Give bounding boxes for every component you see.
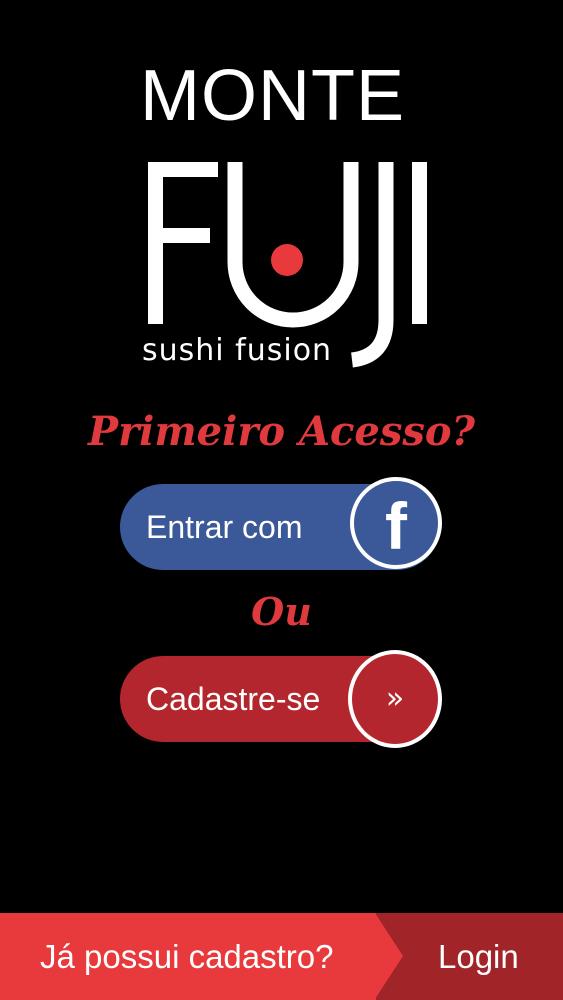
arrow-divider	[375, 913, 403, 999]
register-button-label: Cadastre-se	[146, 681, 321, 717]
double-chevron-right-icon: »	[348, 650, 442, 748]
first-access-heading: Primeiro Acesso?	[88, 408, 475, 455]
logo-word-monte: MONTE	[140, 56, 405, 136]
or-separator: Ou	[251, 589, 312, 634]
login-button-label[interactable]: Login	[438, 937, 519, 977]
app-screen: MONTE sushi fusion Primeiro Acesso? Entr…	[0, 0, 563, 1000]
monte-fuji-logo: MONTE sushi fusion	[0, 0, 563, 380]
register-button[interactable]: Cadastre-se »	[120, 650, 442, 748]
bottom-login-bar: Já possui cadastro? Login	[0, 913, 563, 1000]
facebook-button-label: Entrar com	[146, 509, 303, 545]
facebook-login-button[interactable]: Entrar com f	[120, 477, 442, 570]
logo-tagline: sushi fusion	[142, 333, 333, 368]
already-registered-text: Já possui cadastro?	[40, 938, 334, 975]
facebook-icon: f	[350, 477, 442, 569]
